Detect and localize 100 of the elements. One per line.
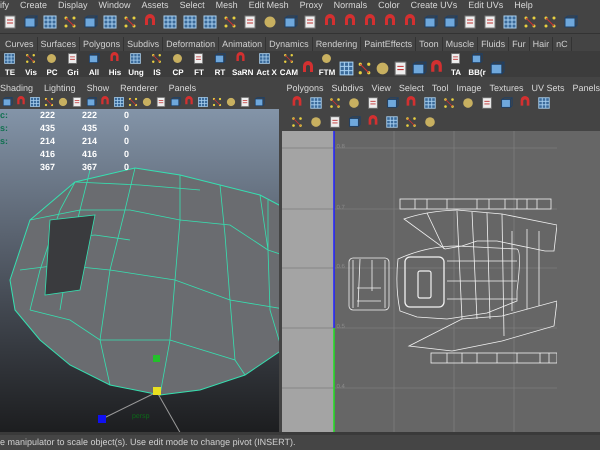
grid-icon[interactable] [162,14,178,30]
page-icon[interactable] [482,14,498,30]
menu-item[interactable]: Panels [168,84,196,92]
cube-icon[interactable] [22,14,38,30]
shelf-button[interactable]: TA [450,69,462,77]
menu-item[interactable]: Create UVs [410,1,458,10]
menu-item[interactable]: Tool [432,84,448,92]
cube-icon[interactable] [410,60,428,77]
shelf-button[interactable]: Vis [25,69,37,77]
shelf-button[interactable]: Act X [256,69,277,77]
cube-icon[interactable] [562,14,578,30]
cube-icon[interactable] [169,96,181,108]
grid-icon[interactable] [423,96,438,110]
shelf-tab[interactable]: Toon [416,37,443,51]
dots-icon[interactable] [211,96,223,108]
dots-icon[interactable] [328,96,342,110]
page-icon[interactable] [71,96,83,108]
page-icon[interactable] [155,96,167,108]
menu-item[interactable]: Lighting [44,84,76,92]
cube-icon[interactable] [385,96,400,110]
dots-icon[interactable] [282,52,295,65]
grid-icon[interactable] [385,114,400,128]
grid-icon[interactable] [182,14,198,30]
shelf-button[interactable]: IS [153,69,161,77]
dots-icon[interactable] [150,52,163,65]
dots-icon[interactable] [127,96,139,108]
cube-icon[interactable] [82,14,98,30]
sphere-icon[interactable] [225,96,237,108]
sphere-icon[interactable] [45,52,58,65]
dots-icon[interactable] [24,52,37,65]
menu-item[interactable]: Display [58,1,88,10]
shelf-button[interactable]: His [108,69,122,77]
dots-icon[interactable] [62,14,78,30]
grid-icon[interactable] [129,52,142,65]
menu-item[interactable]: Create [20,1,48,10]
dots-icon[interactable] [542,14,558,30]
shelf-button[interactable]: BB(r [468,69,486,77]
sphere-icon[interactable] [57,96,69,108]
page-icon[interactable] [66,52,79,65]
cube-icon[interactable] [470,52,484,65]
menu-item[interactable]: Mesh [216,1,238,10]
shelf-button[interactable]: All [88,69,100,77]
menu-item[interactable]: ify [0,1,9,10]
page-icon[interactable] [462,14,478,30]
dots-icon[interactable] [290,114,304,128]
grid-icon[interactable] [102,14,118,30]
scale-handle[interactable] [98,415,106,423]
shelf-button[interactable]: FTM [318,69,336,77]
sphere-icon[interactable] [171,52,184,65]
cube-icon[interactable] [488,60,506,77]
menu-item[interactable]: Help [514,1,533,10]
page-icon[interactable] [302,14,318,30]
page-icon[interactable] [366,96,380,110]
page-icon[interactable] [2,14,18,30]
sphere-icon[interactable] [461,96,476,110]
dots-icon[interactable] [222,14,238,30]
sphere-icon[interactable] [423,114,438,128]
shelf-tab[interactable]: Animation [219,37,266,51]
shelf-button[interactable]: Gri [67,69,79,77]
cube-icon[interactable] [347,114,362,128]
grid-icon[interactable] [42,14,58,30]
sphere-icon[interactable] [320,52,334,65]
shelf-button[interactable]: CP [172,69,184,77]
page-icon[interactable] [328,114,342,128]
shelf-button[interactable]: SaRN [232,69,254,77]
menu-item[interactable]: Color [378,1,400,10]
page-icon[interactable] [242,14,258,30]
dots-icon[interactable] [442,96,456,110]
cube-icon[interactable] [442,14,458,30]
menu-item[interactable]: Window [98,1,131,10]
shelf-tab[interactable]: Surfaces [38,37,80,51]
grid-icon[interactable] [197,96,209,108]
cube-icon[interactable] [253,96,265,108]
menu-item[interactable]: View [372,84,391,92]
grid-icon[interactable] [338,60,356,77]
sphere-icon[interactable] [347,96,362,110]
grid-icon[interactable] [537,96,552,110]
shelf-button[interactable]: RT [214,69,226,77]
grid-icon[interactable] [29,96,41,108]
page-icon[interactable] [449,52,462,65]
menu-item[interactable]: Normals [334,1,368,10]
grid-icon[interactable] [309,96,324,110]
menu-item[interactable]: Assets [142,1,169,10]
cube-icon[interactable] [499,96,514,110]
menu-item[interactable]: Subdivs [332,84,364,92]
cube-icon[interactable] [282,14,298,30]
menu-item[interactable]: Polygons [286,84,324,92]
shelf-button[interactable]: CAM [280,69,298,77]
menu-item[interactable]: Renderer [120,84,158,92]
menu-item[interactable]: Proxy [300,1,323,10]
menu-item[interactable]: Edit UVs [468,1,504,10]
sphere-icon[interactable] [374,60,392,77]
page-icon[interactable] [192,52,205,65]
menu-item[interactable]: Select [398,84,424,92]
shelf-button[interactable]: PC [46,69,58,77]
shelf-tab[interactable]: Curves [2,37,38,51]
sphere-icon[interactable] [262,14,278,30]
menu-item[interactable]: Panels [572,84,600,92]
cube-icon[interactable] [422,14,438,30]
sphere-icon[interactable] [309,114,324,128]
